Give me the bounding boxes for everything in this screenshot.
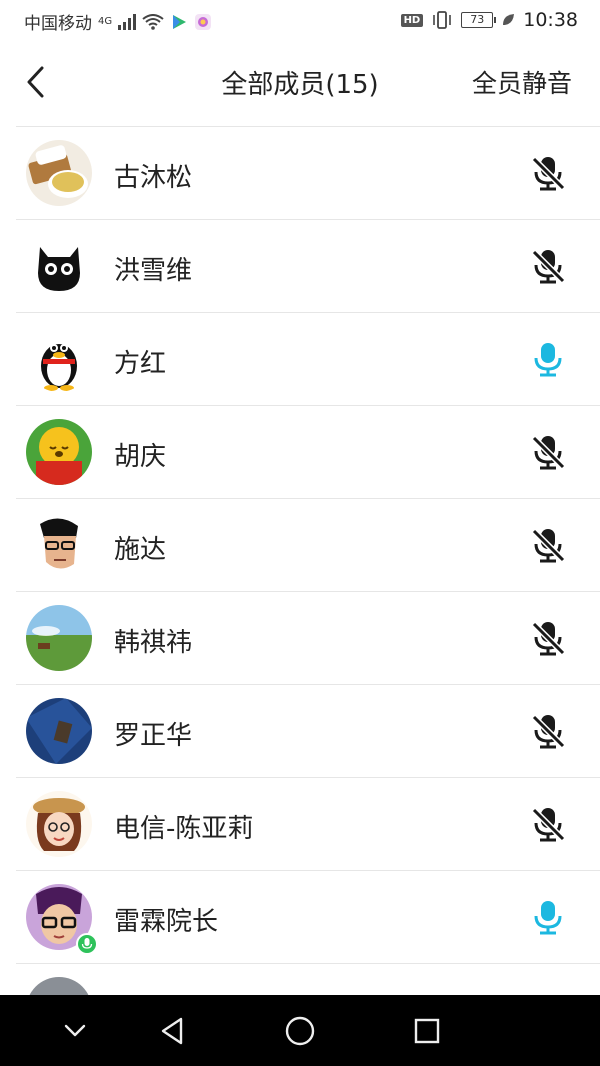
member-name: 韩祺祎 <box>114 628 193 658</box>
play-store-icon <box>173 14 187 29</box>
nav-collapse-button[interactable] <box>53 1009 97 1053</box>
avatar <box>26 233 92 299</box>
mic-muted-icon[interactable] <box>528 804 568 844</box>
chevron-down-icon <box>64 1024 86 1037</box>
mic-muted-icon[interactable] <box>528 618 568 658</box>
header: 全部成员(15) 全员静音 <box>0 40 600 126</box>
member-name: 雷霖院长 <box>114 907 219 937</box>
mic-muted-icon[interactable] <box>528 525 568 565</box>
chevron-left-icon <box>27 66 44 98</box>
member-row[interactable]: 洪雪维 <box>16 220 600 313</box>
member-row[interactable]: 罗正华 <box>16 685 600 778</box>
mic-small-icon <box>81 938 93 949</box>
mic-active-icon[interactable] <box>528 897 568 937</box>
status-right: HD 73 10:38 <box>400 9 578 31</box>
avatar <box>26 791 92 857</box>
leaf-icon <box>503 14 515 25</box>
nav-back-button[interactable] <box>150 1009 194 1053</box>
member-row[interactable]: 韩祺祎 <box>16 592 600 685</box>
status-bar: 中国移动 4G HD 73 10:38 <box>0 0 600 40</box>
member-name: 洪雪维 <box>114 256 193 286</box>
avatar <box>26 698 92 764</box>
nav-recents-button[interactable] <box>405 1009 449 1053</box>
mute-all-button[interactable]: 全员静音 <box>472 64 572 100</box>
member-name: 胡庆 <box>114 442 167 472</box>
speaking-badge <box>76 933 98 955</box>
vibrate-icon <box>433 11 452 29</box>
member-name: 方红 <box>114 349 167 379</box>
member-name: 罗正华 <box>114 721 193 751</box>
avatar <box>26 605 92 671</box>
status-left: 中国移动 4G <box>24 9 212 34</box>
member-row[interactable]: 雷霖院长 <box>16 871 600 964</box>
mic-muted-icon[interactable] <box>528 711 568 751</box>
network-type: 4G <box>98 15 113 27</box>
mic-muted-icon[interactable] <box>528 432 568 472</box>
mic-active-icon[interactable] <box>528 339 568 379</box>
avatar <box>26 326 92 392</box>
avatar <box>26 512 92 578</box>
member-row[interactable] <box>16 964 600 995</box>
avatar <box>26 977 92 995</box>
battery-indicator: 73 <box>461 12 497 28</box>
recents-square-icon <box>414 1018 440 1044</box>
mic-muted-icon[interactable] <box>528 153 568 193</box>
back-triangle-icon <box>161 1017 183 1045</box>
member-row[interactable]: 施达 <box>16 499 600 592</box>
signal-icon <box>118 13 137 30</box>
system-nav-bar <box>0 995 600 1066</box>
back-button[interactable] <box>20 62 56 102</box>
wifi-icon <box>142 13 164 30</box>
nav-home-button[interactable] <box>278 1009 322 1053</box>
member-name: 施达 <box>114 535 167 565</box>
avatar <box>26 419 92 485</box>
member-list[interactable]: 古沐松 洪雪维 方红 胡庆 施达 韩祺祎 罗正华 电信-陈亚莉 雷霖院长 <box>0 127 600 995</box>
hd-badge: HD <box>400 13 424 27</box>
member-row[interactable]: 方红 <box>16 313 600 406</box>
mic-muted-icon[interactable] <box>528 246 568 286</box>
app-icon <box>195 13 212 30</box>
member-name: 古沐松 <box>114 163 193 193</box>
member-name: 电信-陈亚莉 <box>114 814 254 844</box>
carrier-label: 中国移动 <box>24 14 92 34</box>
member-row[interactable]: 古沐松 <box>16 127 600 220</box>
avatar <box>26 140 92 206</box>
member-row[interactable]: 胡庆 <box>16 406 600 499</box>
home-circle-icon <box>285 1016 315 1046</box>
status-time: 10:38 <box>523 9 578 31</box>
member-row[interactable]: 电信-陈亚莉 <box>16 778 600 871</box>
